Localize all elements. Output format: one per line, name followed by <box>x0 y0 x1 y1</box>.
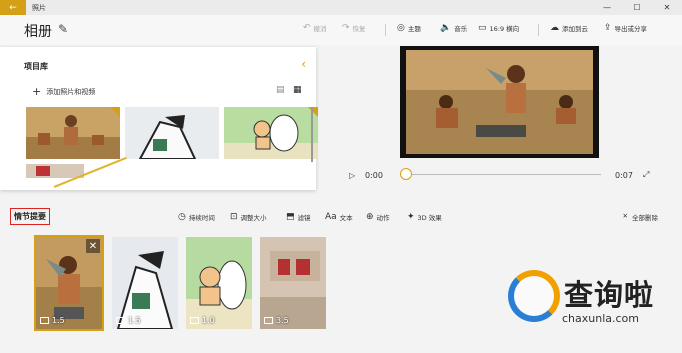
duration-button[interactable]: ◷ 持续时间 <box>178 212 215 222</box>
play-icon[interactable]: ▷ <box>349 171 355 180</box>
app-title: 照片 <box>32 3 46 12</box>
filter-icon: ⬒ <box>286 212 295 222</box>
3d-effects-button[interactable]: ✦ 3D 效果 <box>407 212 442 222</box>
thumbnail-image <box>26 164 84 178</box>
plus-icon: + <box>32 85 42 98</box>
edit-title-icon[interactable]: ✎ <box>58 22 68 36</box>
card-duration: 3.5 <box>264 316 289 325</box>
palette-icon: ◎ <box>397 23 405 33</box>
minimize-icon: — <box>603 3 611 12</box>
back-button[interactable]: ← <box>0 0 26 15</box>
playback-controls: ▷ 0:00 0:07 ⤢ <box>345 166 665 184</box>
list-view-icon[interactable]: ▤ <box>276 85 285 95</box>
cloud-icon: ☁ <box>550 23 559 33</box>
thumbnail-image <box>125 107 219 159</box>
watermark-logo-icon <box>508 270 560 322</box>
card-duration: 1.0 <box>190 316 215 325</box>
motion-icon: ⊕ <box>366 212 374 222</box>
delete-all-button[interactable]: ✕ 全部删除 <box>623 212 658 222</box>
seek-track[interactable] <box>405 174 601 175</box>
library-thumbnail[interactable] <box>26 164 84 178</box>
storyboard-card[interactable]: 1.5 <box>112 237 178 329</box>
storyboard-card[interactable]: 3.5 <box>260 237 326 329</box>
card-duration: 1.5 <box>116 316 141 325</box>
title-bar: ← 照片 — ☐ ✕ <box>0 0 682 15</box>
preview-image <box>406 50 593 154</box>
add-photos-videos-button[interactable]: + 添加照片和视频 <box>32 85 95 98</box>
library-thumbnail[interactable] <box>125 107 219 159</box>
aspect-ratio-button[interactable]: ▭ 16:9 横向 <box>478 23 519 33</box>
theme-button[interactable]: ◎ 主题 <box>397 23 421 33</box>
close-icon: ✕ <box>622 212 628 220</box>
video-preview <box>400 46 599 158</box>
redo-icon: ↷ <box>342 23 350 33</box>
minimize-button[interactable]: — <box>592 0 622 15</box>
image-icon <box>116 317 125 324</box>
album-title: 相册 <box>24 24 52 40</box>
library-thumbnail[interactable] <box>26 107 120 159</box>
watermark-text: 查询啦 <box>564 278 655 312</box>
library-thumbnail[interactable] <box>224 107 318 159</box>
grid-view-icon[interactable]: ▦ <box>293 85 302 95</box>
watermark-url: chaxunla.com <box>562 312 639 325</box>
share-icon: ⇪ <box>604 23 612 33</box>
speaker-icon: 🔈 <box>440 23 452 33</box>
close-button[interactable]: ✕ <box>652 0 682 15</box>
close-icon: ✕ <box>663 3 671 12</box>
3d-effects-icon: ✦ <box>407 212 415 222</box>
image-icon <box>264 317 273 324</box>
library-scrollbar[interactable] <box>311 107 313 162</box>
toolbar-divider <box>385 24 386 36</box>
toolbar: 相册 ✎ ↶ 撤消 ↷ 恢复 ◎ 主题 🔈 音乐 ▭ 16:9 横向 ☁ 添加到云 ⇪ 导出或… <box>0 15 682 45</box>
add-cloud-button[interactable]: ☁ 添加到云 <box>550 23 588 33</box>
image-icon <box>190 317 199 324</box>
aspect-ratio-icon: ▭ <box>478 23 487 33</box>
thumbnail-image <box>26 107 120 159</box>
fullscreen-icon[interactable]: ⤢ <box>643 170 649 180</box>
library-thumbnails-row2 <box>26 164 84 178</box>
maximize-button[interactable]: ☐ <box>622 0 652 15</box>
seek-thumb[interactable] <box>400 168 412 180</box>
close-icon: ✕ <box>88 240 98 252</box>
project-library-panel: 项目库 ‹ + 添加照片和视频 ▤ ▦ <box>0 47 318 190</box>
library-thumbnails <box>26 107 318 159</box>
back-arrow-icon: ← <box>9 2 17 13</box>
chevron-left-icon[interactable]: ‹ <box>301 57 306 71</box>
undo-icon: ↶ <box>303 23 311 33</box>
text-button[interactable]: Aa 文本 <box>325 212 353 222</box>
remove-card-button[interactable]: ✕ <box>86 239 100 253</box>
thumbnail-image <box>224 107 318 159</box>
storyboard-card[interactable]: 1.0 <box>186 237 252 329</box>
image-icon <box>40 317 49 324</box>
storyboard-card[interactable]: ✕ 1.5 <box>34 235 104 331</box>
library-title: 项目库 <box>24 62 48 71</box>
time-end: 0:07 <box>615 170 633 180</box>
resize-icon: ⊡ <box>230 212 238 222</box>
time-start: 0:00 <box>365 170 383 180</box>
redo-button[interactable]: ↷ 恢复 <box>342 23 366 33</box>
text-icon: Aa <box>325 212 337 222</box>
music-button[interactable]: 🔈 音乐 <box>440 23 467 33</box>
resize-button[interactable]: ⊡ 调整大小 <box>230 212 267 222</box>
storyboard-toolbar: 情节提要 ◷ 持续时间 ⊡ 调整大小 ⬒ 滤镜 Aa 文本 ⊕ 动作 ✦ 3D 效果 ✕ 全部… <box>0 207 682 229</box>
clock-icon: ◷ <box>178 212 186 222</box>
window-controls: — ☐ ✕ <box>592 0 682 15</box>
maximize-icon: ☐ <box>633 3 641 12</box>
card-duration: 1.5 <box>40 316 65 325</box>
toolbar-divider <box>538 24 539 36</box>
export-button[interactable]: ⇪ 导出或分享 <box>604 23 647 33</box>
undo-button[interactable]: ↶ 撤消 <box>303 23 327 33</box>
filter-button[interactable]: ⬒ 滤镜 <box>286 212 311 222</box>
storyboard-title: 情节提要 <box>10 208 50 225</box>
motion-button[interactable]: ⊕ 动作 <box>366 212 390 222</box>
